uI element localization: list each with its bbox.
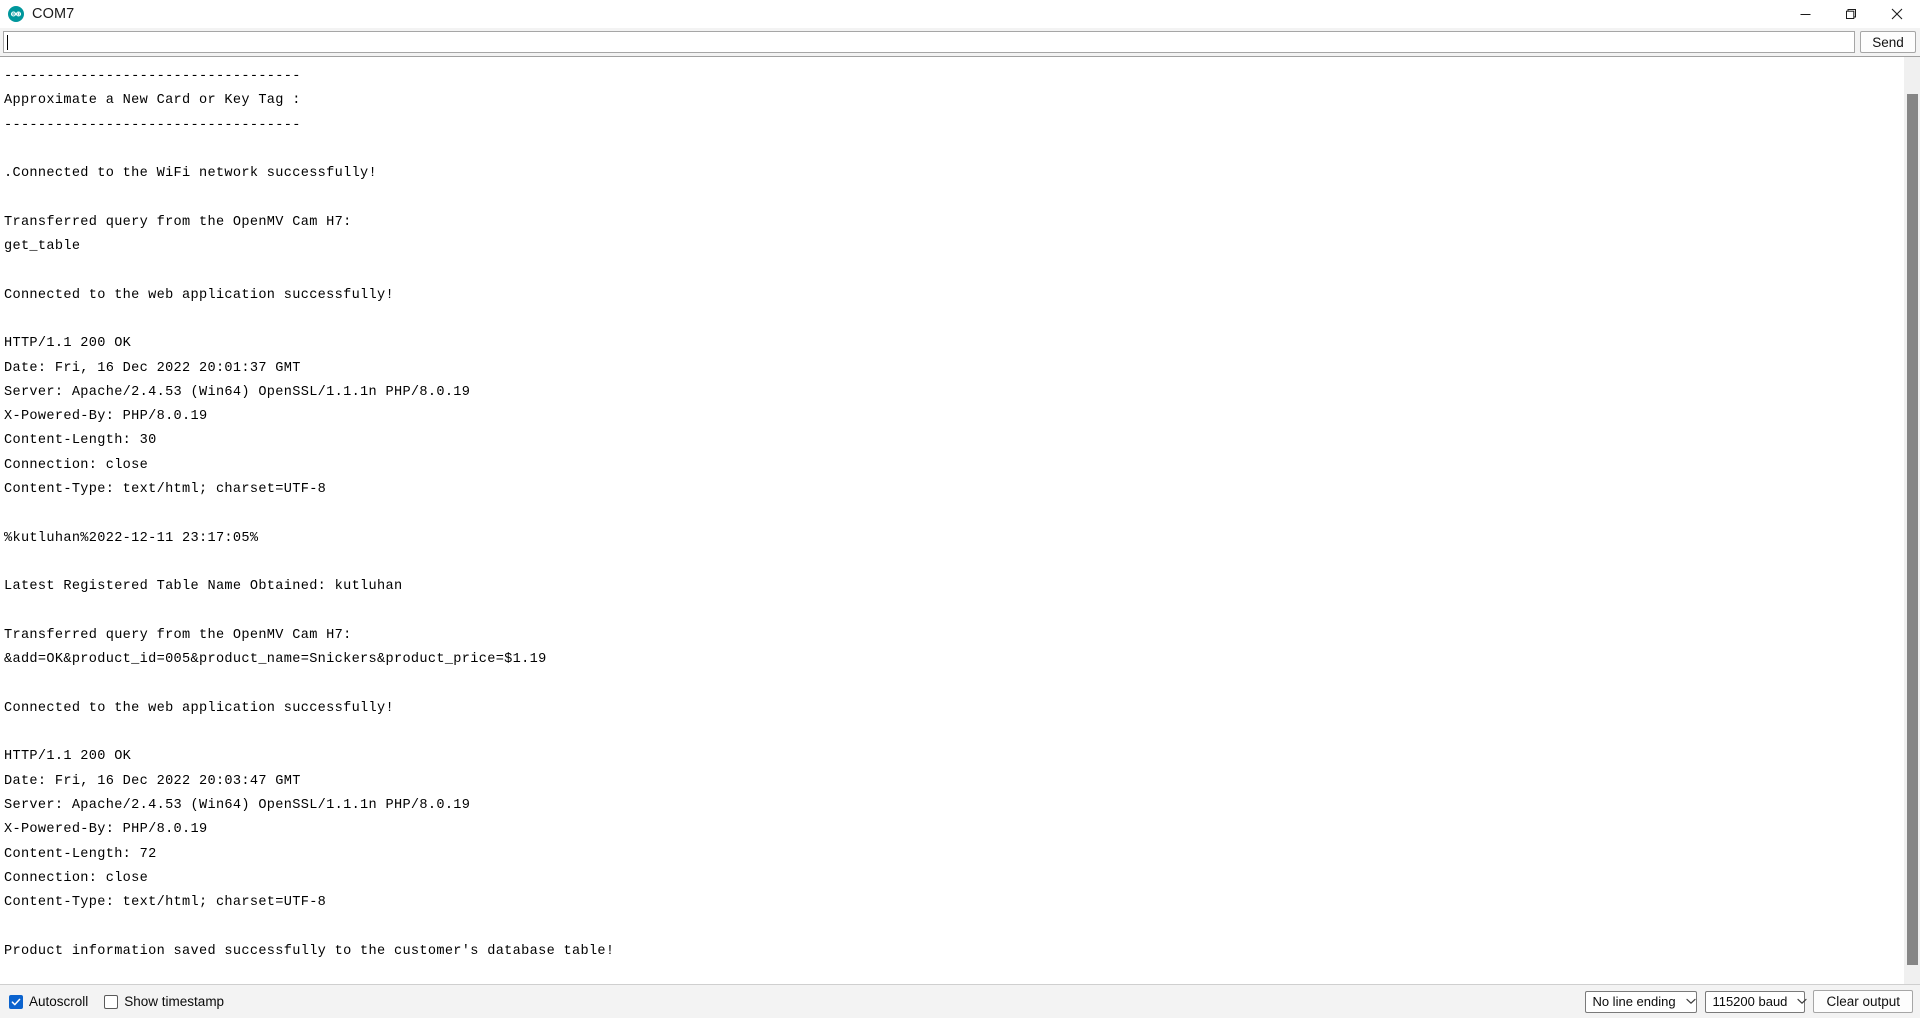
baud-rate-select[interactable]: 115200 baud bbox=[1705, 990, 1808, 1013]
autoscroll-checkbox-group[interactable]: Autoscroll bbox=[9, 994, 88, 1009]
console-line: Approximate a New Card or Key Tag : bbox=[4, 93, 301, 109]
clear-output-button[interactable]: Clear output bbox=[1813, 990, 1913, 1013]
console-line: Transferred query from the OpenMV Cam H7… bbox=[4, 627, 352, 643]
serial-send-input[interactable] bbox=[3, 31, 1855, 53]
console-line: Connection: close bbox=[4, 457, 149, 473]
console-line: %kutluhan%2022-12-11 23:17:05% bbox=[4, 530, 259, 546]
title-bar: COM7 bbox=[0, 0, 1920, 28]
status-bar: Autoscroll Show timestamp No line ending… bbox=[0, 985, 1920, 1018]
console-line: Latest Registered Table Name Obtained: k… bbox=[4, 579, 403, 595]
console-line: Date: Fri, 16 Dec 2022 20:01:37 GMT bbox=[4, 360, 301, 376]
console-line: Content-Length: 72 bbox=[4, 846, 157, 862]
console-line: Server: Apache/2.4.53 (Win64) OpenSSL/1.… bbox=[4, 384, 471, 400]
console-line: Product information saved successfully t… bbox=[4, 943, 615, 959]
console-line: ----------------------------------- bbox=[4, 117, 301, 133]
send-button[interactable]: Send bbox=[1860, 31, 1916, 53]
console-line: ----------------------------------- bbox=[4, 69, 301, 84]
autoscroll-label: Autoscroll bbox=[29, 994, 89, 1009]
chevron-down-icon bbox=[1685, 998, 1696, 1005]
console-line: Connected to the web application success… bbox=[4, 287, 394, 303]
show-timestamp-label: Show timestamp bbox=[124, 994, 225, 1009]
text-caret bbox=[7, 34, 8, 50]
serial-monitor-window: COM7 Send ------------------------------… bbox=[0, 0, 1920, 1018]
window-controls bbox=[1782, 0, 1920, 28]
console-scrollbar[interactable] bbox=[1903, 57, 1920, 984]
close-button[interactable] bbox=[1874, 0, 1920, 28]
line-ending-value: No line ending bbox=[1592, 994, 1676, 1009]
console-line: Content-Length: 30 bbox=[4, 433, 157, 449]
console-line: Server: Apache/2.4.53 (Win64) OpenSSL/1.… bbox=[4, 797, 471, 813]
console-line: Transferred query from the OpenMV Cam H7… bbox=[4, 214, 352, 230]
console-line: Content-Type: text/html; charset=UTF-8 bbox=[4, 482, 327, 498]
console-line: HTTP/1.1 200 OK bbox=[4, 336, 132, 352]
window-title: COM7 bbox=[32, 5, 75, 22]
chevron-down-icon bbox=[1797, 998, 1808, 1005]
status-bar-left: Autoscroll Show timestamp bbox=[9, 994, 224, 1009]
console-area: ----------------------------------- Appro… bbox=[0, 57, 1920, 985]
minimize-button[interactable] bbox=[1782, 0, 1828, 28]
restore-button[interactable] bbox=[1828, 0, 1874, 28]
status-bar-right: No line ending 115200 baud Clear output bbox=[1585, 990, 1913, 1013]
show-timestamp-checkbox-group[interactable]: Show timestamp bbox=[104, 994, 224, 1009]
console-line: .Connected to the WiFi network successfu… bbox=[4, 166, 378, 182]
title-bar-left: COM7 bbox=[8, 6, 74, 22]
console-line: Connected to the web application success… bbox=[4, 700, 394, 716]
console-line: Content-Type: text/html; charset=UTF-8 bbox=[4, 895, 327, 911]
console-line: X-Powered-By: PHP/8.0.19 bbox=[4, 409, 208, 425]
console-line: get_table bbox=[4, 239, 81, 255]
console-line: X-Powered-By: PHP/8.0.19 bbox=[4, 822, 208, 838]
arduino-icon bbox=[8, 6, 24, 22]
send-toolbar: Send bbox=[0, 28, 1920, 57]
serial-output-console[interactable]: ----------------------------------- Appro… bbox=[0, 57, 1903, 984]
show-timestamp-checkbox[interactable] bbox=[104, 994, 119, 1009]
console-line: Connection: close bbox=[4, 870, 149, 886]
line-ending-select[interactable]: No line ending bbox=[1585, 990, 1698, 1013]
console-line: &add=OK&product_id=005&product_name=Snic… bbox=[4, 652, 547, 668]
baud-rate-value: 115200 baud bbox=[1712, 994, 1788, 1009]
scrollbar-thumb[interactable] bbox=[1907, 94, 1918, 966]
console-line: HTTP/1.1 200 OK bbox=[4, 749, 132, 765]
console-line: Date: Fri, 16 Dec 2022 20:03:47 GMT bbox=[4, 773, 301, 789]
autoscroll-checkbox[interactable] bbox=[9, 994, 23, 1009]
